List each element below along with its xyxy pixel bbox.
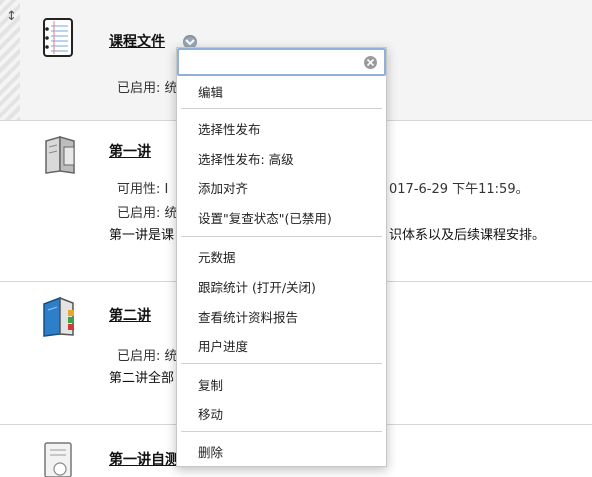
notebook-icon <box>43 18 73 57</box>
menu-separator <box>181 431 382 432</box>
menu-item-copy[interactable]: 复制 <box>198 375 223 394</box>
menu-item-add-alignment[interactable]: 添加对齐 <box>198 178 248 197</box>
colored-book-icon <box>43 296 74 337</box>
item-title[interactable]: 课程文件 <box>109 31 165 51</box>
item-title[interactable]: 第一讲 <box>109 141 151 161</box>
menu-item-adaptive-release[interactable]: 选择性发布 <box>198 119 261 138</box>
options-dropdown-menu: 编辑 选择性发布 选择性发布: 高级 添加对齐 设置"复查状态"(已禁用) 元数… <box>176 47 387 467</box>
item-availability: 可用性: I <box>117 182 169 197</box>
menu-search-box <box>177 48 386 76</box>
item-description: 第二讲全部 <box>109 371 175 386</box>
menu-search-input[interactable] <box>183 53 357 73</box>
item-title[interactable]: 第二讲 <box>109 305 151 325</box>
menu-item-set-review-status[interactable]: 设置"复查状态"(已禁用) <box>198 208 332 227</box>
clear-search-button[interactable] <box>364 56 377 69</box>
book-icon <box>45 136 75 174</box>
item-status: 已启用: 统 <box>117 206 178 221</box>
menu-item-delete[interactable]: 删除 <box>198 442 223 461</box>
item-description: 第一讲是课 <box>109 228 175 243</box>
item-description-end: 识体系以及后续课程安排。 <box>389 228 546 243</box>
item-title[interactable]: 第一讲自测 <box>109 449 179 469</box>
menu-item-metadata[interactable]: 元数据 <box>198 247 236 266</box>
item-status: 已启用: 统 <box>117 81 178 96</box>
menu-item-user-progress[interactable]: 用户进度 <box>198 336 248 355</box>
menu-item-statistics-tracking[interactable]: 跟踪统计 (打开/关闭) <box>198 277 316 296</box>
chevron-down-icon <box>185 39 195 46</box>
menu-item-adaptive-release-advanced[interactable]: 选择性发布: 高级 <box>198 149 294 168</box>
item-status: 已启用: 统 <box>117 349 178 364</box>
menu-item-edit[interactable]: 编辑 <box>198 82 223 101</box>
menu-separator <box>181 363 382 364</box>
menu-item-view-statistics-report[interactable]: 查看统计资料报告 <box>198 307 298 326</box>
quiz-document-icon <box>44 442 72 477</box>
menu-item-move[interactable]: 移动 <box>198 404 223 423</box>
menu-separator <box>181 108 382 109</box>
item-availability-end: 017-6-29 下午11:59。 <box>389 182 529 197</box>
close-icon <box>367 59 374 66</box>
course-content-page: ↕ 课程文件 已启用: 统 第一讲 可用性: I 已启用: 统 第一讲是课 01… <box>0 0 592 477</box>
drag-handle-icon[interactable]: ↕ <box>6 10 17 23</box>
menu-separator <box>181 236 382 237</box>
